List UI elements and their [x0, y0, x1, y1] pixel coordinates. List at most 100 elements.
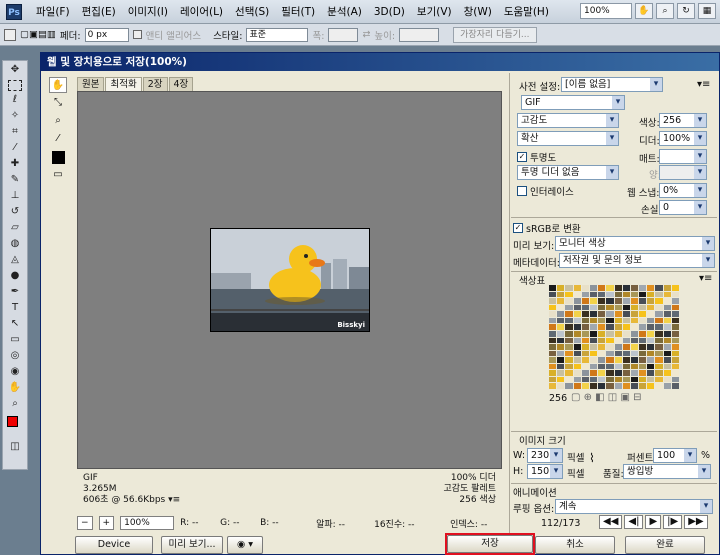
color-swatch[interactable]	[647, 285, 655, 291]
format-select[interactable]: GIF	[521, 95, 625, 110]
swap-icon[interactable]: ⇄	[362, 29, 370, 40]
crop-tool-icon[interactable]: ⌗	[5, 124, 25, 139]
color-swatch[interactable]	[630, 298, 639, 304]
color-swatch[interactable]	[671, 291, 679, 298]
marquee-preset-icon[interactable]	[4, 28, 16, 41]
width-input[interactable]: 230	[527, 448, 563, 463]
menu-file[interactable]: 파일(F)	[30, 4, 76, 19]
color-swatch[interactable]	[573, 363, 581, 370]
tab-4up[interactable]: 4장	[168, 77, 194, 91]
color-swatch[interactable]	[639, 337, 647, 344]
color-swatch[interactable]	[614, 344, 622, 350]
color-swatch[interactable]	[655, 370, 663, 376]
color-swatch[interactable]	[589, 304, 598, 311]
refine-edge-button[interactable]: 가장자리 다듬기...	[453, 26, 537, 43]
color-swatch[interactable]	[663, 344, 671, 350]
color-swatch[interactable]	[589, 350, 598, 357]
color-swatch[interactable]	[573, 311, 581, 317]
color-swatch[interactable]	[647, 298, 655, 304]
device-central-button[interactable]: Device Central...	[75, 536, 153, 554]
color-swatch[interactable]	[557, 370, 565, 376]
color-swatch[interactable]	[606, 324, 614, 330]
color-swatch[interactable]	[663, 363, 671, 370]
color-swatch[interactable]	[606, 317, 614, 324]
color-swatch[interactable]	[639, 298, 647, 304]
percent-input[interactable]: 100	[653, 448, 697, 463]
color-swatch[interactable]	[549, 344, 557, 350]
color-swatch[interactable]	[639, 317, 647, 324]
color-swatch[interactable]	[598, 298, 606, 304]
preview-area[interactable]: Bisskyi	[77, 91, 502, 469]
color-swatch[interactable]	[639, 344, 647, 350]
height-input[interactable]	[399, 27, 440, 42]
preset-select[interactable]: [이름 없음]	[561, 77, 663, 92]
color-swatch[interactable]	[598, 311, 606, 317]
healing-brush-icon[interactable]: ✚	[5, 156, 25, 171]
hand-icon[interactable]: ✋	[5, 380, 25, 395]
color-reduction-select[interactable]: 고감도	[517, 113, 619, 128]
color-swatch[interactable]	[598, 383, 606, 389]
color-swatch[interactable]	[639, 350, 647, 357]
color-swatch[interactable]	[671, 344, 679, 350]
color-swatch[interactable]	[647, 304, 655, 311]
quick-mask-icon[interactable]: ◫	[5, 439, 25, 454]
srgb-checkbox[interactable]: ✓ sRGB로 변환	[513, 221, 581, 235]
color-swatch[interactable]	[565, 311, 573, 317]
color-swatch[interactable]	[557, 298, 565, 304]
color-swatch[interactable]	[557, 304, 565, 311]
pen-tool-icon[interactable]: ✒	[5, 284, 25, 299]
color-swatch[interactable]	[565, 363, 573, 370]
color-swatch[interactable]	[630, 337, 639, 344]
color-swatch[interactable]	[630, 363, 639, 370]
color-swatch[interactable]	[565, 344, 573, 350]
color-swatch[interactable]	[581, 285, 589, 291]
eyedropper-icon[interactable]: ⁄	[49, 131, 67, 147]
color-swatch[interactable]	[671, 304, 679, 311]
color-swatch[interactable]	[573, 317, 581, 324]
color-swatch[interactable]	[671, 383, 679, 389]
color-swatch[interactable]	[622, 330, 630, 337]
color-swatch[interactable]	[598, 317, 606, 324]
type-tool-icon[interactable]: T	[5, 300, 25, 315]
color-swatch[interactable]	[630, 357, 639, 363]
color-swatch[interactable]	[647, 376, 655, 383]
prev-frame-button[interactable]: ◀|	[624, 515, 644, 529]
color-swatch[interactable]	[573, 376, 581, 383]
interlace-checkbox[interactable]: 인터레이스	[517, 184, 574, 198]
color-swatch[interactable]	[557, 350, 565, 357]
style-select[interactable]: 표준	[246, 27, 309, 42]
history-brush-icon[interactable]: ↺	[5, 204, 25, 219]
color-swatch[interactable]	[549, 291, 557, 298]
color-swatch[interactable]	[606, 304, 614, 311]
color-swatch[interactable]	[655, 311, 663, 317]
color-swatch[interactable]	[630, 344, 639, 350]
color-swatch[interactable]	[671, 330, 679, 337]
color-swatch[interactable]	[549, 383, 557, 389]
zoom-tool-icon[interactable]: ⌕	[656, 3, 674, 19]
color-table-grid[interactable]	[549, 285, 679, 389]
color-swatch[interactable]	[589, 337, 598, 344]
color-swatch[interactable]	[639, 357, 647, 363]
color-swatch[interactable]	[639, 330, 647, 337]
color-swatch[interactable]	[639, 363, 647, 370]
color-swatch[interactable]	[549, 317, 557, 324]
speed-menu-icon[interactable]: ▾≡	[168, 495, 180, 505]
color-swatch[interactable]	[573, 330, 581, 337]
color-swatch[interactable]	[630, 324, 639, 330]
color-swatch[interactable]	[622, 324, 630, 330]
color-swatch[interactable]	[630, 291, 639, 298]
color-swatch[interactable]	[663, 311, 671, 317]
color-swatch[interactable]	[606, 298, 614, 304]
zoom-icon[interactable]: ⌕	[5, 396, 25, 411]
color-table-menu-icon[interactable]: ▾≡	[699, 273, 712, 284]
color-swatch[interactable]	[573, 337, 581, 344]
brush-tool-icon[interactable]: ✎	[5, 172, 25, 187]
color-swatch[interactable]	[622, 350, 630, 357]
color-swatch[interactable]	[565, 298, 573, 304]
color-swatch[interactable]	[549, 304, 557, 311]
color-swatch[interactable]	[671, 337, 679, 344]
menu-analysis[interactable]: 분석(A)	[321, 4, 368, 19]
color-swatch[interactable]	[606, 311, 614, 317]
color-swatch[interactable]	[565, 383, 573, 389]
color-swatch[interactable]	[663, 317, 671, 324]
